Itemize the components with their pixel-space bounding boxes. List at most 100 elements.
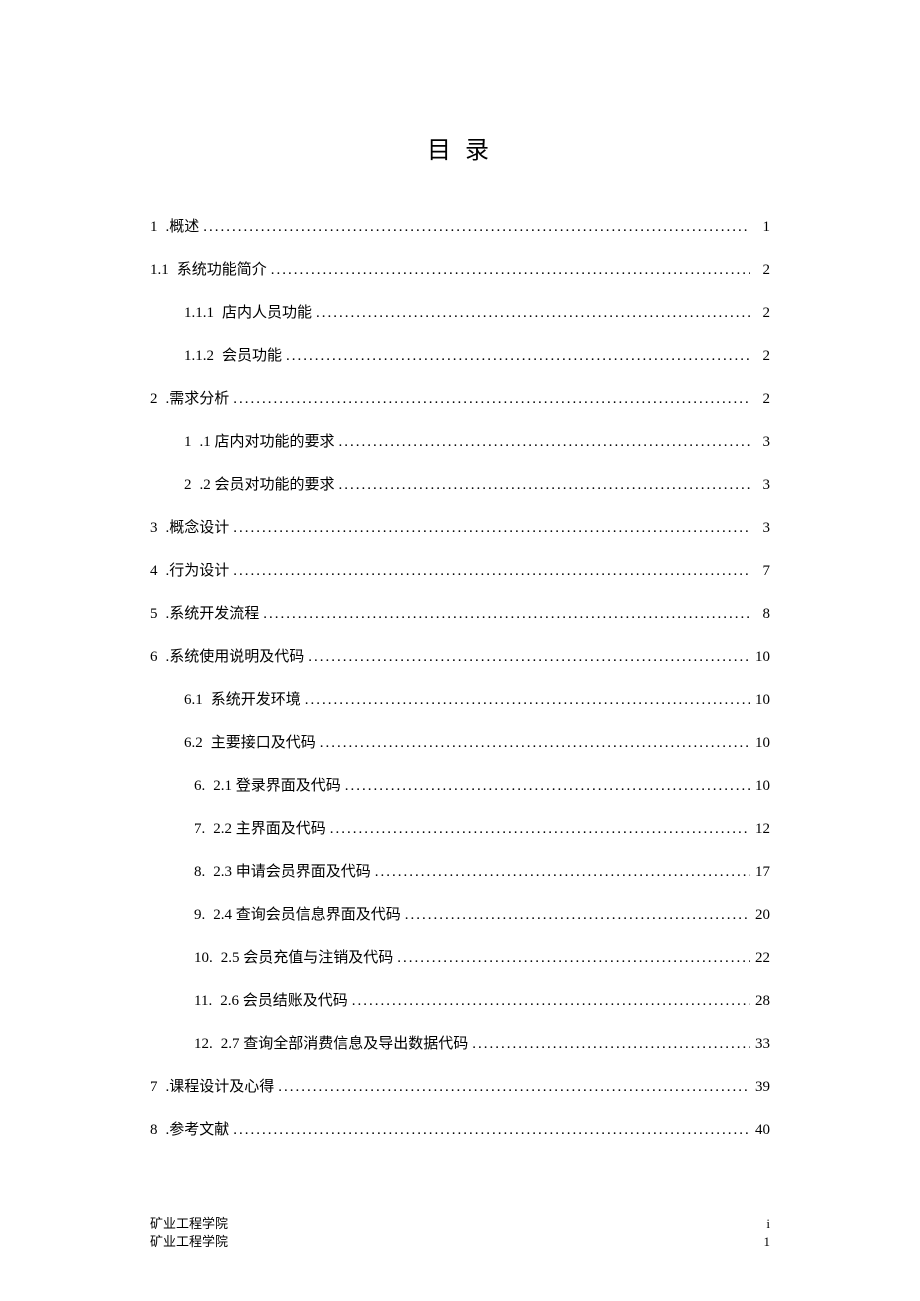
toc-entry-page: 2 (750, 391, 770, 408)
toc-entry: 7.2.2 主界面及代码 12 (150, 817, 770, 838)
toc-entry-label: 2.6 会员结账及代码 (220, 989, 348, 1010)
toc-entry-label: .行为设计 (166, 559, 230, 580)
toc-entry-page: 7 (750, 563, 770, 580)
toc-entry-label: .1 店内对功能的要求 (200, 430, 335, 451)
toc-entry-number: 6. (194, 778, 213, 795)
toc-entry-label: 2.1 登录界面及代码 (213, 774, 341, 795)
footer-institution: 矿业工程学院 (150, 1215, 228, 1233)
toc-leader-dots (259, 606, 750, 623)
footer-page-arabic: 1 (764, 1233, 771, 1251)
toc-entry-label: 2.4 查询会员信息界面及代码 (213, 903, 401, 924)
toc-entry-page: 2 (750, 262, 770, 279)
toc-entry-label: 2.5 会员充值与注销及代码 (221, 946, 394, 967)
toc-leader-dots (229, 1122, 750, 1139)
toc-leader-dots (393, 950, 750, 967)
toc-entry-number: 1.1 (150, 262, 177, 279)
document-page: 目 录 1.概述11.1系统功能简介21.1.1店内人员功能21.1.2会员功能… (0, 0, 920, 1139)
toc-entry: 10.2.5 会员充值与注销及代码22 (150, 946, 770, 967)
toc-entry: 1.1.1店内人员功能 2 (150, 301, 770, 322)
toc-entry-number: 8 (150, 1122, 166, 1139)
toc-leader-dots (468, 1036, 750, 1053)
toc-entry: 7.课程设计及心得39 (150, 1075, 770, 1096)
footer-page-roman: i (766, 1215, 770, 1233)
toc-entry-page: 3 (750, 477, 770, 494)
toc-entry-label: 会员功能 (222, 344, 282, 365)
toc-entry-page: 39 (750, 1079, 770, 1096)
toc-entry-number: 1 (150, 219, 166, 236)
toc-entry: 2.需求分析2 (150, 387, 770, 408)
toc-entry-page: 3 (750, 434, 770, 451)
toc-entry-number: 1 (184, 434, 200, 451)
toc-entry-page: 8 (750, 606, 770, 623)
footer-row-2: 矿业工程学院 1 (150, 1233, 770, 1251)
toc-leader-dots (229, 563, 750, 580)
toc-entry-page: 10 (750, 778, 770, 795)
toc-leader-dots (371, 864, 750, 881)
footer-row-1: 矿业工程学院 i (150, 1215, 770, 1233)
toc-entry-label: 2.3 申请会员界面及代码 (213, 860, 371, 881)
toc-entry-number: 12. (194, 1036, 221, 1053)
toc-entry: 1.1.2会员功能2 (150, 344, 770, 365)
toc-entry-label: 系统功能简介 (177, 258, 267, 279)
toc-entry-label: .概述 (166, 215, 200, 236)
toc-entry-label: .系统开发流程 (166, 602, 260, 623)
toc-leader-dots (282, 348, 750, 365)
toc-entry: 8.2.3 申请会员界面及代码 17 (150, 860, 770, 881)
toc-leader-dots (401, 907, 750, 924)
toc-entry-number: 8. (194, 864, 213, 881)
toc-entry-number: 9. (194, 907, 213, 924)
toc-entry-number: 1.1.1 (184, 305, 222, 322)
toc-entry-label: .需求分析 (166, 387, 230, 408)
toc-entry: 6.系统使用说明及代码 10 (150, 645, 770, 666)
toc-entry-number: 2 (184, 477, 200, 494)
toc-title: 目 录 (150, 130, 770, 165)
toc-entry-page: 2 (750, 305, 770, 322)
toc-leader-dots (348, 993, 750, 1010)
toc-entry: 12.2.7 查询全部消费信息及导出数据代码 33 (150, 1032, 770, 1053)
toc-entry-number: 6 (150, 649, 166, 666)
toc-entry-label: 店内人员功能 (222, 301, 312, 322)
toc-entry-page: 10 (750, 692, 770, 709)
toc-entry-number: 4 (150, 563, 166, 580)
toc-entry-number: 5 (150, 606, 166, 623)
footer-institution: 矿业工程学院 (150, 1233, 228, 1251)
toc-entry: 6.1系统开发环境 10 (150, 688, 770, 709)
toc-leader-dots (274, 1079, 750, 1096)
page-footer: 矿业工程学院 i 矿业工程学院 1 (150, 1215, 770, 1251)
toc-entry-number: 7. (194, 821, 213, 838)
toc-leader-dots (335, 477, 750, 494)
toc-entry-number: 6.2 (184, 735, 211, 752)
toc-entry: 8.参考文献40 (150, 1118, 770, 1139)
toc-entry-page: 17 (750, 864, 770, 881)
toc-entry: 3.概念设计3 (150, 516, 770, 537)
toc-entry-label: 2.2 主界面及代码 (213, 817, 326, 838)
toc-entry-number: 1.1.2 (184, 348, 222, 365)
toc-leader-dots (229, 391, 750, 408)
toc-entry-page: 28 (750, 993, 770, 1010)
toc-entry-label: .参考文献 (166, 1118, 230, 1139)
toc-entry: 2.2 会员对功能的要求3 (150, 473, 770, 494)
toc-entry-label: .系统使用说明及代码 (166, 645, 305, 666)
toc-entry-label: 主要接口及代码 (211, 731, 316, 752)
toc-entry: 11.2.6 会员结账及代码 28 (150, 989, 770, 1010)
toc-entry-page: 33 (750, 1036, 770, 1053)
toc-entry-label: 2.7 查询全部消费信息及导出数据代码 (221, 1032, 469, 1053)
toc-entry-number: 6.1 (184, 692, 211, 709)
toc-entry-page: 12 (750, 821, 770, 838)
toc-entry: 4.行为设计 7 (150, 559, 770, 580)
toc-entry-page: 10 (750, 649, 770, 666)
toc-leader-dots (316, 735, 750, 752)
toc-leader-dots (312, 305, 750, 322)
toc-leader-dots (341, 778, 750, 795)
toc-entry-number: 7 (150, 1079, 166, 1096)
toc-entry-label: 系统开发环境 (211, 688, 301, 709)
toc-entry: 6.2.1 登录界面及代码 10 (150, 774, 770, 795)
toc-entry-number: 2 (150, 391, 166, 408)
toc-leader-dots (301, 692, 750, 709)
toc-entry-number: 3 (150, 520, 166, 537)
toc-entry-number: 11. (194, 993, 220, 1010)
toc-entry-page: 3 (750, 520, 770, 537)
toc-entry-page: 1 (750, 219, 770, 236)
toc-leader-dots (229, 520, 750, 537)
toc-entry: 1.1系统功能简介 2 (150, 258, 770, 279)
